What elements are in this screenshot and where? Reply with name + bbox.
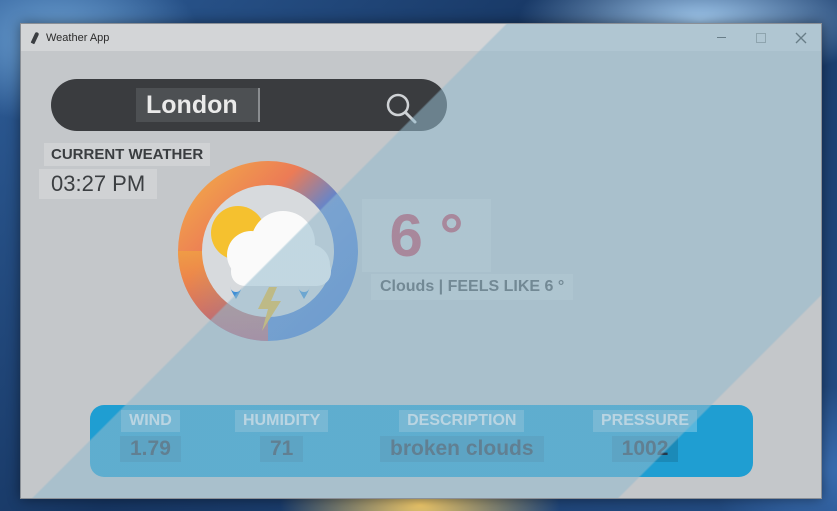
cloud-storm-icon: [178, 161, 358, 341]
current-time: 03:27 PM: [39, 169, 158, 199]
pressure-value: 1002: [611, 436, 679, 462]
humidity-column: HUMIDITY 71: [235, 405, 329, 462]
wind-value: 1.79: [120, 436, 181, 462]
description-label: DESCRIPTION: [399, 410, 525, 432]
humidity-label: HUMIDITY: [235, 410, 329, 432]
temperature-readout: 6 °: [362, 199, 491, 272]
search-bar: [51, 79, 447, 131]
title-bar[interactable]: Weather App: [21, 24, 821, 51]
minimize-button[interactable]: [701, 24, 741, 51]
feels-like-text: Clouds | FEELS LIKE 6 °: [371, 274, 574, 300]
feather-icon: [30, 31, 40, 45]
close-icon: [795, 32, 807, 43]
search-icon[interactable]: [384, 91, 418, 125]
maximize-button[interactable]: [741, 24, 781, 51]
minimize-icon: [716, 37, 726, 38]
info-panel: WIND 1.79 HUMIDITY 71 DESCRIPTION broken…: [90, 405, 753, 477]
window-title: Weather App: [46, 31, 110, 44]
search-input[interactable]: [136, 88, 260, 122]
pressure-column: PRESSURE 1002: [593, 405, 698, 462]
window-controls: [701, 24, 821, 51]
maximize-icon: [756, 32, 766, 43]
app-window: Weather App CURRENT WEATHER 03:27 PM: [20, 23, 822, 499]
close-button[interactable]: [781, 24, 821, 51]
description-value: broken clouds: [380, 436, 544, 462]
description-column: DESCRIPTION broken clouds: [380, 405, 544, 462]
wind-label: WIND: [121, 410, 180, 432]
humidity-value: 71: [259, 436, 304, 462]
wind-column: WIND 1.79: [120, 405, 181, 462]
pressure-label: PRESSURE: [593, 410, 698, 432]
